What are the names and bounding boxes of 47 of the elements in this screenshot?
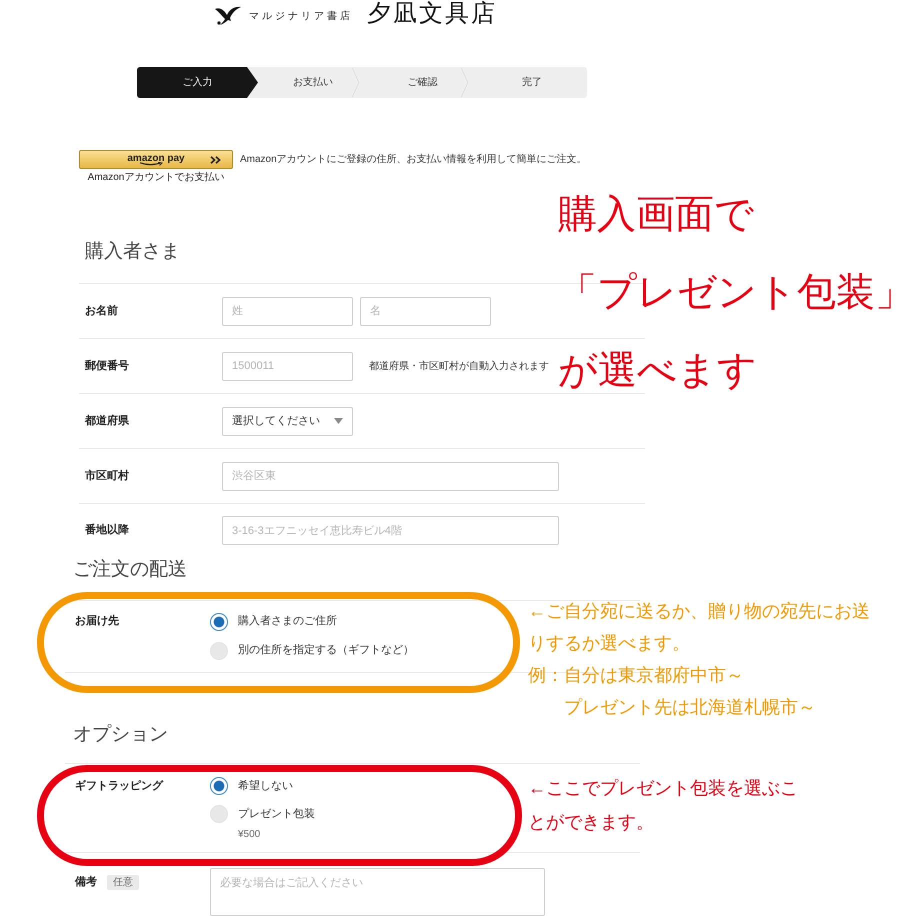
input-field[interactable]: 3-16-3エフニッセイ恵比寿ビル4階 — [222, 516, 559, 545]
input-field[interactable]: 姓 — [222, 296, 353, 326]
example-text: 例：自分は東京都府中市～ — [528, 664, 745, 687]
textarea-field[interactable]: 必要な場合はご記入ください — [210, 868, 545, 916]
input-field[interactable]: 1500011 — [222, 352, 353, 380]
section-heading: オプション — [72, 723, 169, 747]
section-heading: 購入者さま — [84, 240, 181, 264]
curved-arrow-icon — [139, 162, 163, 166]
double-chevron-icon — [210, 156, 221, 164]
caret-icon — [334, 418, 343, 424]
brand-title: 夕凪文具店 — [367, 0, 497, 28]
description-text: Amazonアカウントにご登録の住所、お支払い情報を利用して簡単にご注文。 — [240, 152, 587, 167]
annotation-text: ←ご自分宛に送るか、贈り物の宛先にお送りするか選べます。 — [528, 600, 871, 655]
annotation-text: ←ここでプレゼント包装を選ぶことができます。 — [528, 777, 799, 834]
brand-subtitle: マルジナリア書店 — [249, 10, 353, 24]
example-text: プレゼント先は北海道札幌市～ — [563, 696, 817, 719]
field-label: 市区町村 — [84, 468, 130, 484]
bird-icon — [215, 6, 241, 25]
headline-text: 購入画面で — [558, 192, 755, 238]
headline-text: が選べます — [558, 348, 758, 394]
select-field[interactable]: 選択してください — [222, 406, 353, 436]
field-label: 備考 — [75, 874, 97, 890]
field-label: お届け先 — [74, 614, 120, 629]
field-label: お名前 — [84, 304, 119, 318]
radio-label[interactable]: 購入者さまのご住所 — [238, 613, 337, 630]
caption-text: Amazonアカウントでお支払い — [88, 172, 224, 184]
radio-label[interactable]: プレゼント包装 — [238, 806, 315, 822]
field-label: 郵便番号 — [84, 358, 130, 374]
field-label: 番地以降 — [84, 522, 130, 538]
section-heading: ご注文の配送 — [72, 558, 188, 582]
field-label: ギフトラッピング — [74, 778, 164, 794]
optional-tag: 任意 — [107, 874, 139, 890]
hint-text: 都道府県・市区町村が自動入力されます — [369, 360, 549, 374]
radio-label[interactable]: 別の住所を指定する（ギフトなど） — [238, 642, 414, 659]
amazon-pay-button[interactable]: amazon pay — [79, 150, 233, 169]
progress-step: ご確認 — [368, 67, 478, 98]
progress-step: ご入力 — [137, 67, 258, 98]
input-field[interactable]: 渋谷区東 — [222, 462, 559, 490]
input-field[interactable]: 名 — [360, 296, 491, 326]
price-text: ¥500 — [237, 828, 262, 841]
radio-button[interactable] — [210, 777, 228, 795]
radio-button[interactable] — [210, 612, 228, 630]
radio-label[interactable]: 希望しない — [238, 778, 293, 794]
progress-step: 完了 — [477, 67, 588, 98]
progress-step: お支払い — [258, 67, 368, 98]
headline-text: 「プレゼント包装」 — [558, 270, 914, 316]
field-label: 都道府県 — [84, 414, 130, 428]
